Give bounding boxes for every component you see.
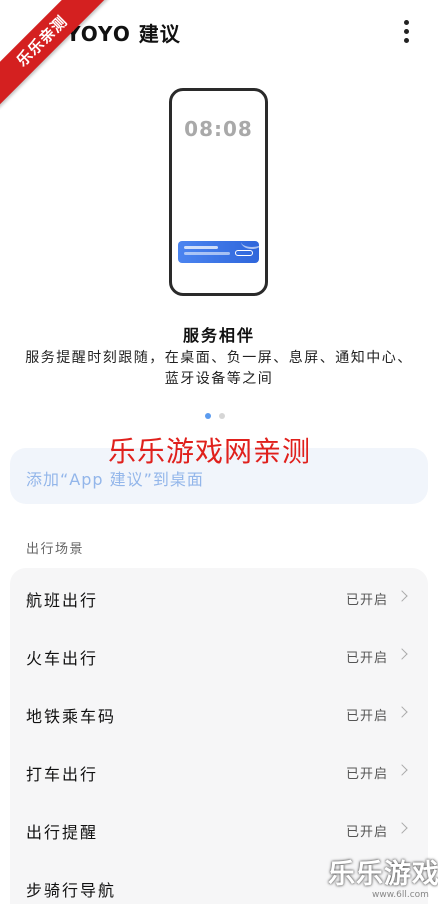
carousel-dot-active[interactable] — [205, 413, 211, 419]
corner-ribbon-watermark: 乐乐亲测 — [0, 0, 110, 110]
phone-illustration: 08:08 — [169, 88, 268, 296]
travel-item-flight[interactable]: 航班出行 已开启 — [10, 568, 428, 626]
chevron-right-icon — [396, 822, 408, 834]
travel-item-train[interactable]: 火车出行 已开启 — [10, 626, 428, 684]
chevron-right-icon — [396, 648, 408, 660]
more-options-button[interactable] — [392, 14, 420, 48]
status-text: 已开启 — [345, 651, 388, 666]
travel-item-taxi[interactable]: 打车出行 已开启 — [10, 742, 428, 800]
clock-time: 08:08 — [184, 117, 253, 141]
list-item-label: 地铁乘车码 — [26, 707, 117, 726]
carousel-dot[interactable] — [219, 413, 225, 419]
suggestion-card-illustration — [178, 241, 259, 263]
list-item-label: 步骑行导航 — [26, 881, 117, 900]
list-item-label: 打车出行 — [26, 765, 99, 784]
list-item-label: 航班出行 — [26, 591, 99, 610]
corner-watermark: 乐乐游戏 — [328, 859, 438, 890]
section-title-travel: 出行场景 — [26, 542, 85, 557]
watermark-url: www.6ll.com — [372, 890, 429, 900]
feature-title: 服务相伴 — [182, 326, 255, 345]
carousel-indicator[interactable] — [205, 413, 225, 419]
status-text: 已开启 — [345, 593, 388, 608]
chevron-right-icon — [396, 706, 408, 718]
status-text: 已开启 — [345, 825, 388, 840]
list-item-label: 火车出行 — [26, 649, 99, 668]
travel-item-reminder[interactable]: 出行提醒 已开启 — [10, 800, 428, 858]
chevron-right-icon — [396, 764, 408, 776]
feature-description: 服务提醒时刻跟随，在桌面、负一屏、息屏、通知中心、蓝牙设备等之间 — [25, 350, 413, 387]
travel-item-metro-code[interactable]: 地铁乘车码 已开启 — [10, 684, 428, 742]
list-item-label: 出行提醒 — [26, 823, 99, 842]
status-text: 已开启 — [345, 709, 388, 724]
watermark-text: 乐乐游戏网亲测 — [108, 435, 312, 468]
more-vertical-icon — [403, 19, 409, 25]
ribbon-label: 乐乐亲测 — [0, 0, 110, 109]
chevron-right-icon — [396, 590, 408, 602]
status-text: 已开启 — [345, 767, 388, 782]
